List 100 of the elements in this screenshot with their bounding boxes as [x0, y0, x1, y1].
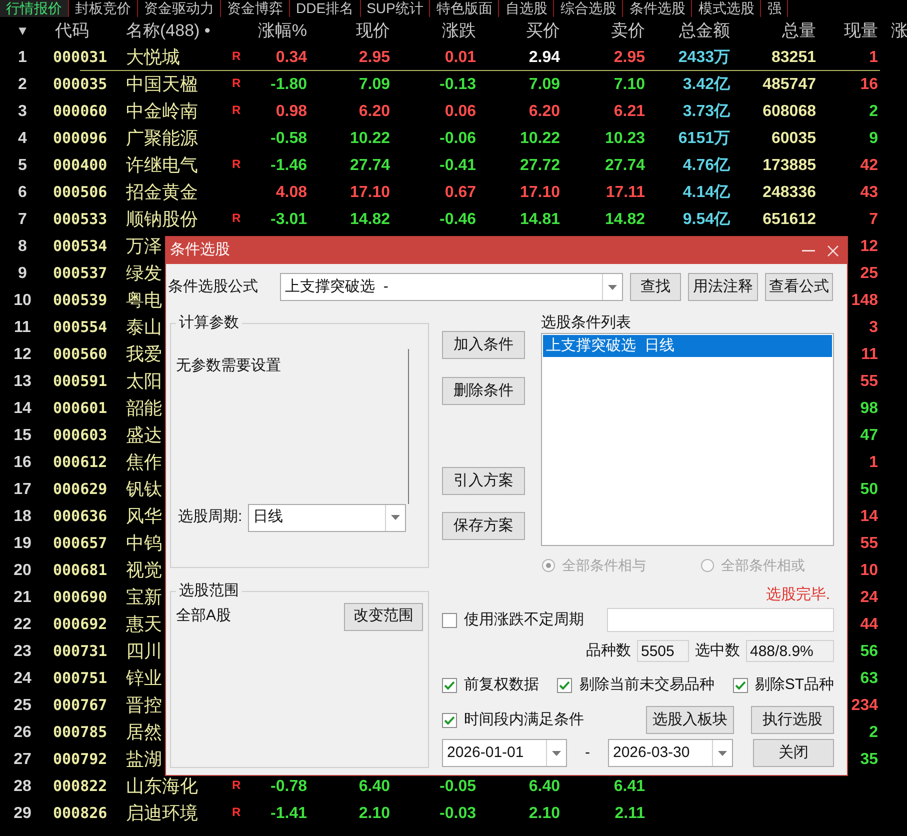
delete-condition-button[interactable]: 删除条件: [442, 377, 525, 405]
change-percent: -0.58: [270, 130, 307, 146]
board-tab[interactable]: 资金博弈: [221, 0, 290, 17]
close-button[interactable]: 关闭: [753, 739, 834, 767]
row-number: 9: [17, 264, 28, 284]
stock-name: 粤电: [125, 290, 162, 310]
stock-name: 泰山: [125, 317, 162, 337]
checkbox[interactable]: [557, 678, 572, 692]
board-tab[interactable]: 特色版面: [430, 0, 500, 17]
change-scope-button[interactable]: 改变范围: [344, 602, 423, 630]
stock-name: 顺钠股份: [125, 209, 198, 229]
board-tab[interactable]: 自选股: [499, 0, 554, 17]
stock-code: 000591: [52, 371, 108, 392]
period-input-field[interactable]: [607, 608, 834, 632]
board-tab[interactable]: 行情报价: [0, 0, 69, 17]
total-volume: 608068: [762, 102, 816, 120]
total-volume: 83251: [772, 48, 816, 66]
ask-price: 2.95: [614, 48, 645, 66]
change-percent: -1.80: [270, 76, 307, 92]
variable-period-option[interactable]: 使用涨跌不定周期: [442, 608, 584, 632]
checkbox[interactable]: [732, 678, 748, 692]
board-tab[interactable]: 综合选股: [554, 0, 624, 17]
end-date-picker[interactable]: 2026-03-30: [608, 739, 733, 767]
current-volume: 12: [860, 238, 878, 254]
price: 6.40: [358, 778, 390, 794]
check-icon: [559, 680, 570, 690]
stock-code: 000767: [52, 695, 108, 716]
stock-name: 中金岭南: [125, 101, 198, 121]
add-to-block-button[interactable]: 选股入板块: [646, 706, 734, 734]
stock-name: 韶能: [125, 398, 162, 418]
stock-code: 000554: [52, 317, 108, 338]
add-condition-button[interactable]: 加入条件: [442, 331, 525, 359]
sort-marker[interactable]: ▼: [0, 20, 45, 40]
formula-dropdown[interactable]: 上支撑突破选 -: [280, 273, 623, 301]
bid-price: 27.72: [520, 156, 560, 174]
close-icon[interactable]: [827, 244, 839, 256]
column-header[interactable]: 名称(488) •: [122, 18, 232, 44]
total-volume: 60035: [772, 130, 816, 146]
ask-price: 6.41: [614, 778, 645, 794]
board-tab[interactable]: DDE排名: [290, 0, 361, 17]
column-header[interactable]: 现价: [310, 18, 393, 44]
view-formula-button[interactable]: 查看公式: [765, 273, 833, 301]
price: 2.95: [358, 48, 390, 66]
column-header[interactable]: 总金额: [648, 18, 733, 44]
stock-code: 000035: [52, 74, 108, 96]
row-number: 24: [12, 668, 32, 688]
price: 14.82: [350, 210, 390, 228]
column-header[interactable]: 现量: [819, 18, 881, 44]
usage-notes-button[interactable]: 用法注释: [688, 273, 758, 301]
filter-option[interactable]: 剔除当前未交易品种: [557, 674, 714, 696]
column-header[interactable]: 涨幅%: [252, 18, 310, 44]
row-number: 4: [17, 128, 28, 148]
stock-code: 000629: [52, 479, 108, 500]
change: -0.41: [440, 156, 476, 174]
checkbox[interactable]: [442, 712, 457, 728]
stock-name: 风华: [125, 506, 162, 526]
margin-label: R: [232, 211, 241, 225]
row-number: 22: [12, 614, 32, 634]
change: -0.05: [440, 778, 476, 794]
board-tab[interactable]: 条件选股: [623, 0, 692, 17]
board-tab[interactable]: 资金驱动力: [138, 0, 221, 17]
row-number: 28: [12, 776, 32, 796]
stock-name: 山东海化: [125, 776, 198, 796]
period-filter-option[interactable]: 时间段内满足条件: [442, 708, 584, 732]
column-header[interactable]: 卖价: [563, 18, 648, 44]
current-volume: 98: [860, 400, 878, 416]
period-dropdown[interactable]: 日线: [248, 504, 406, 532]
find-button[interactable]: 查找: [630, 273, 681, 301]
stock-code: 000603: [52, 425, 108, 446]
change: -0.06: [440, 130, 476, 146]
checkbox[interactable]: [442, 612, 457, 628]
filter-option[interactable]: 前复权数据: [442, 674, 539, 696]
stock-code: 000031: [52, 47, 108, 68]
checkbox[interactable]: [442, 678, 457, 692]
column-header[interactable]: 买价: [479, 18, 563, 44]
ask-price: 10.23: [604, 130, 645, 146]
filter-option[interactable]: 剔除ST品种: [732, 674, 834, 696]
minimize-icon[interactable]: [802, 250, 815, 252]
current-volume: 1: [869, 48, 878, 66]
run-filter-button[interactable]: 执行选股: [751, 706, 834, 734]
board-tab[interactable]: 强: [761, 0, 788, 17]
condition-item[interactable]: 上支撑突破选 日线: [543, 335, 832, 357]
column-header[interactable]: 总量: [733, 18, 819, 44]
change: 0.67: [444, 184, 476, 200]
column-header[interactable]: 涨跌: [393, 18, 479, 44]
total-volume: 651612: [762, 210, 816, 228]
margin-label: R: [232, 805, 241, 819]
board-tab[interactable]: SUP统计: [360, 0, 430, 17]
board-tab[interactable]: 封板竞价: [69, 0, 138, 17]
count-field: 5505: [637, 640, 689, 662]
save-plan-button[interactable]: 保存方案: [442, 512, 525, 540]
board-tab[interactable]: 模式选股: [692, 0, 762, 17]
stock-code: 000400: [52, 155, 108, 176]
no-parameters-text: 无参数需要设置: [176, 356, 282, 376]
start-date-picker[interactable]: 2026-01-01: [442, 739, 567, 767]
import-plan-button[interactable]: 引入方案: [442, 467, 525, 495]
stock-name: 盐湖: [125, 749, 162, 769]
date-separator: -: [584, 742, 591, 763]
column-header[interactable]: 代码: [45, 18, 122, 44]
current-volume: 2: [869, 724, 878, 740]
